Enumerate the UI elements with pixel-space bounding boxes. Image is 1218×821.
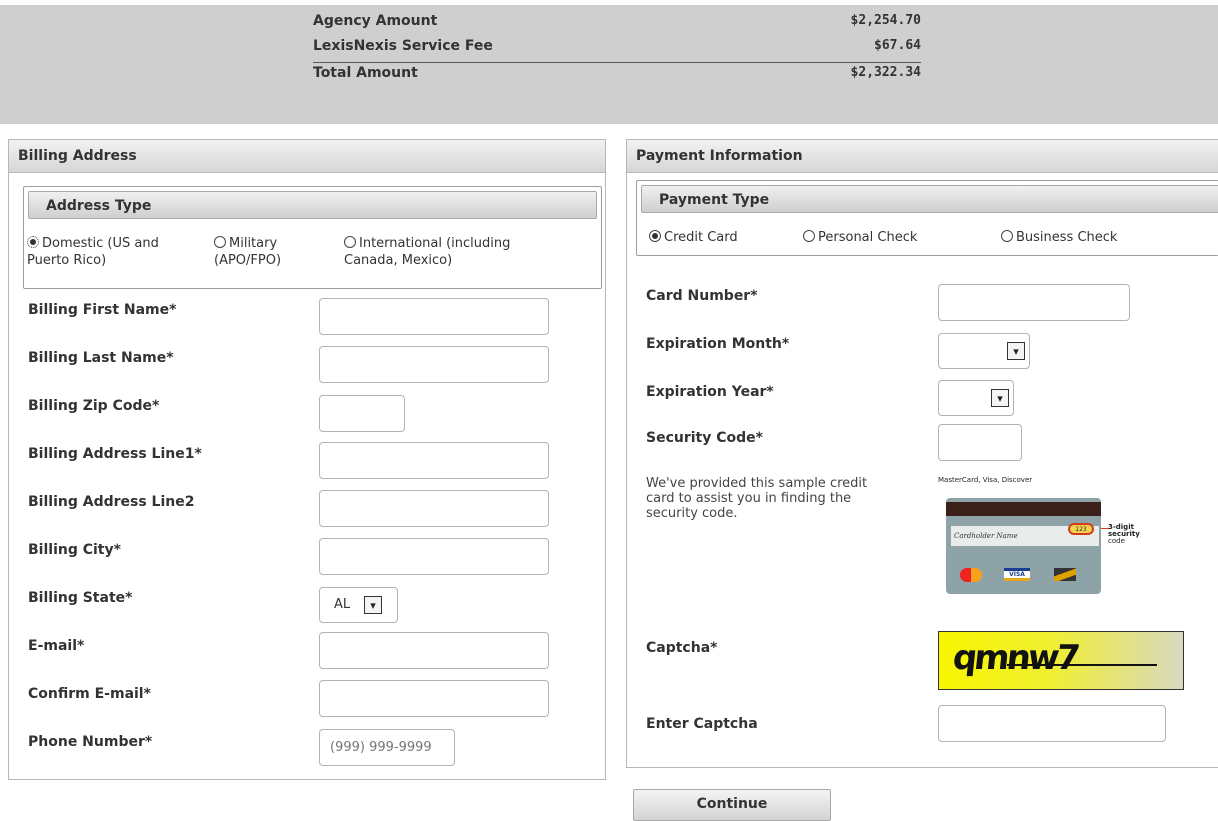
sample-credit-card-image: MasterCard, Visa, Discover Cardholder Na… <box>938 472 1140 602</box>
payment-summary: Agency Amount $2,254.70 LexisNexis Servi… <box>0 5 1218 124</box>
service-fee-row: LexisNexis Service Fee $67.64 <box>313 38 921 58</box>
visa-logo: VISA <box>1004 568 1030 581</box>
billing-zip-input[interactable] <box>319 395 405 432</box>
billing-address-line1-input[interactable] <box>319 442 549 479</box>
security-code-input[interactable] <box>938 424 1022 461</box>
address-type-military[interactable]: Military (APO/FPO) <box>214 235 324 269</box>
payment-type-business-check-label: Business Check <box>1016 230 1118 245</box>
captcha-image: qmnw7 <box>938 631 1184 690</box>
agency-amount-label: Agency Amount <box>313 13 438 29</box>
phone-number-label: Phone Number* <box>28 734 153 750</box>
discover-logo <box>1054 568 1076 581</box>
total-amount-label: Total Amount <box>313 65 418 81</box>
chevron-down-icon[interactable]: ▾ <box>1007 342 1025 360</box>
email-label: E-mail* <box>28 638 85 654</box>
confirm-email-label: Confirm E-mail* <box>28 686 151 702</box>
card-number-input[interactable] <box>938 284 1130 321</box>
continue-button[interactable]: Continue <box>633 789 831 821</box>
billing-state-select[interactable]: AL ▾ <box>319 587 398 623</box>
radio-icon[interactable] <box>344 236 356 248</box>
chevron-down-icon[interactable]: ▾ <box>364 596 382 614</box>
payment-type-personal-check-label: Personal Check <box>818 230 918 245</box>
captcha-label: Captcha* <box>646 640 718 656</box>
phone-number-input[interactable] <box>319 729 455 766</box>
address-type-military-label-2: (APO/FPO) <box>214 253 282 268</box>
signature-strip: Cardholder Name 123 <box>951 523 1099 546</box>
billing-address-title: Billing Address <box>9 140 605 173</box>
billing-address-line1-label: Billing Address Line1* <box>28 446 202 462</box>
enter-captcha-label: Enter Captcha <box>646 716 758 732</box>
billing-first-name-label: Billing First Name* <box>28 302 177 318</box>
magnetic-stripe <box>946 502 1101 516</box>
help-line-2: card to assist you in finding the <box>646 491 852 506</box>
payment-type-box: Payment Type Credit Card Personal Check … <box>636 180 1218 256</box>
expiration-year-label: Expiration Year* <box>646 384 774 400</box>
captcha-strike-line <box>1007 664 1157 666</box>
address-type-military-label: Military <box>229 236 278 251</box>
billing-last-name-label: Billing Last Name* <box>28 350 174 366</box>
code-caption-line-3: code <box>1108 537 1125 545</box>
security-code-label: Security Code* <box>646 430 763 446</box>
security-code-caption: 3-digit security code <box>1108 524 1143 545</box>
payment-information-title: Payment Information <box>627 140 1218 173</box>
help-line-3: security code. <box>646 506 738 521</box>
billing-first-name-input[interactable] <box>319 298 549 335</box>
address-type-international[interactable]: International (including Canada, Mexico) <box>344 235 584 269</box>
cardholder-name-text: Cardholder Name <box>954 532 1018 540</box>
billing-city-input[interactable] <box>319 538 549 575</box>
radio-icon[interactable] <box>649 230 661 242</box>
address-type-title: Address Type <box>28 191 597 219</box>
billing-city-label: Billing City* <box>28 542 121 558</box>
card-number-label: Card Number* <box>646 288 758 304</box>
payment-type-personal-check[interactable]: Personal Check <box>803 229 973 246</box>
total-amount-row: Total Amount $2,322.34 <box>313 65 921 85</box>
security-code-help: We've provided this sample credit card t… <box>646 476 906 521</box>
service-fee-value: $67.64 <box>874 38 921 53</box>
expiration-month-select[interactable]: ▾ <box>938 333 1030 369</box>
payment-type-credit-card-label: Credit Card <box>664 230 738 245</box>
address-type-box: Address Type Domestic (US and Puerto Ric… <box>23 186 602 289</box>
confirm-email-input[interactable] <box>319 680 549 717</box>
captcha-text: qmnw7 <box>950 638 1080 678</box>
help-line-1: We've provided this sample credit <box>646 476 868 491</box>
billing-address-line2-label: Billing Address Line2 <box>28 494 195 510</box>
expiration-year-select[interactable]: ▾ <box>938 380 1014 416</box>
summary-divider <box>313 62 921 63</box>
address-type-domestic-label-2: Puerto Rico) <box>27 253 107 268</box>
enter-captcha-input[interactable] <box>938 705 1166 742</box>
radio-icon[interactable] <box>1001 230 1013 242</box>
address-type-domestic-label: Domestic (US and <box>42 236 159 251</box>
service-fee-label: LexisNexis Service Fee <box>313 38 493 54</box>
agency-amount-value: $2,254.70 <box>850 13 921 28</box>
address-type-international-label: International (including <box>359 236 511 251</box>
email-input[interactable] <box>319 632 549 669</box>
expiration-month-label: Expiration Month* <box>646 336 790 352</box>
billing-address-line2-input[interactable] <box>319 490 549 527</box>
billing-zip-label: Billing Zip Code* <box>28 398 160 414</box>
address-type-international-label-2: Canada, Mexico) <box>344 253 453 268</box>
agency-amount-row: Agency Amount $2,254.70 <box>313 13 921 33</box>
payment-type-credit-card[interactable]: Credit Card <box>649 229 789 246</box>
radio-icon[interactable] <box>803 230 815 242</box>
payment-type-business-check[interactable]: Business Check <box>1001 229 1171 246</box>
payment-type-title: Payment Type <box>641 185 1218 213</box>
mastercard-logo <box>960 568 982 582</box>
security-code-highlight: 123 <box>1068 523 1094 535</box>
radio-icon[interactable] <box>27 236 39 248</box>
billing-last-name-input[interactable] <box>319 346 549 383</box>
card-body: Cardholder Name 123 VISA <box>946 498 1101 594</box>
radio-icon[interactable] <box>214 236 226 248</box>
billing-state-label: Billing State* <box>28 590 133 606</box>
total-amount-value: $2,322.34 <box>850 65 921 80</box>
address-type-domestic[interactable]: Domestic (US and Puerto Rico) <box>27 235 202 269</box>
card-brands-caption: MasterCard, Visa, Discover <box>938 476 1033 484</box>
chevron-down-icon[interactable]: ▾ <box>991 389 1009 407</box>
billing-state-value: AL <box>334 597 351 612</box>
